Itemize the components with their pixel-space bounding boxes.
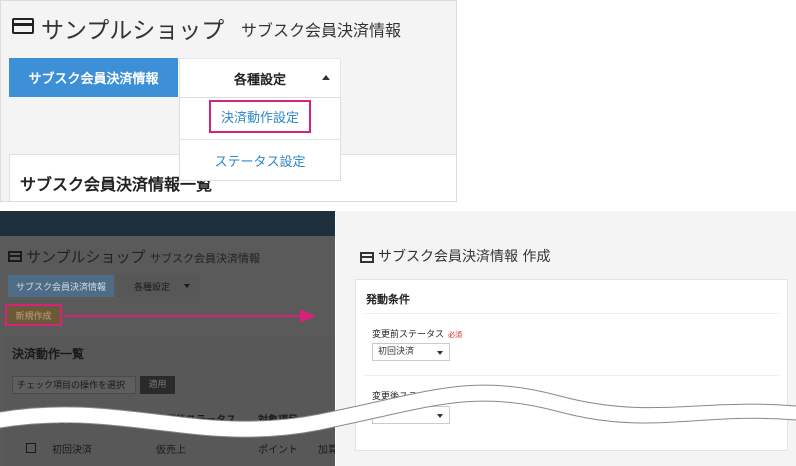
settings-dropdown-menu: 決済動作設定 ステータス設定 xyxy=(179,97,341,181)
credit-card-icon xyxy=(360,252,374,263)
tab-settings-label: 各種設定 xyxy=(134,282,171,293)
tab-settings-dropdown[interactable]: 各種設定 xyxy=(116,275,200,297)
top-nav-band xyxy=(0,211,335,236)
column-header-target: 対象項目 xyxy=(258,415,298,426)
apply-button[interactable]: 適用 xyxy=(140,376,175,394)
chevron-down-icon xyxy=(437,414,443,418)
field-label-text: 変更後ステータス xyxy=(372,392,445,402)
column-header-before-status: 変更前ステータス xyxy=(52,415,132,426)
dropdown-item-payment-action-settings[interactable]: 決済動作設定 xyxy=(180,100,340,133)
divider xyxy=(364,375,779,376)
divider xyxy=(364,313,779,314)
list-title: 決済動作一覧 xyxy=(12,347,85,361)
column-header-action: 動作 xyxy=(318,415,335,426)
shop-title: サンプルショップ xyxy=(41,18,225,44)
tab-settings-label: 各種設定 xyxy=(233,72,286,88)
dropdown-divider xyxy=(180,139,340,140)
highlight-box: 決済動作設定 xyxy=(208,100,311,133)
dropdown-item-status-settings[interactable]: ステータス設定 xyxy=(180,151,340,170)
column-header-after-status: 変更後ステータス xyxy=(156,415,236,426)
tab-settings-dropdown[interactable]: 各種設定 xyxy=(179,58,341,97)
page-subtitle: サブスク会員決済情報 xyxy=(150,252,260,265)
required-badge: 必須 xyxy=(448,331,463,339)
before-status-select[interactable]: 初回決済 xyxy=(372,343,450,361)
row-checkbox[interactable] xyxy=(26,443,36,453)
new-create-button[interactable]: 新規作成 xyxy=(5,304,62,326)
after-status-select[interactable] xyxy=(372,406,450,424)
chevron-down-icon xyxy=(437,351,443,355)
table-cell: 仮売上 xyxy=(156,445,186,456)
field-label-after-status: 変更後ステータス 必須 xyxy=(372,389,462,402)
select-value: 初回決済 xyxy=(378,347,415,357)
shop-title: サンプルショップ xyxy=(26,248,146,266)
top-screenshot-panel: サンプルショップ サブスク会員決済情報 サブスク会員決済情報 各種設定 サブスク… xyxy=(0,0,457,202)
table-cell: ポイント xyxy=(258,445,298,456)
table-cell: 初回決済 xyxy=(52,445,92,456)
select-all-checkbox[interactable] xyxy=(26,413,36,423)
page-title: サブスク会員決済情報 作成 xyxy=(378,249,551,265)
bulk-action-select[interactable]: チェック項目の操作を選択 xyxy=(12,376,136,394)
tab-subscription-payment[interactable]: サブスク会員決済情報 xyxy=(9,58,178,97)
section-title: 発動条件 xyxy=(366,293,410,306)
form-card: 発動条件 変更前ステータス 必須 初回決済 変更後ステータス 必須 xyxy=(355,279,788,451)
tab-subscription-payment[interactable]: サブスク会員決済情報 xyxy=(8,275,114,297)
required-badge: 必須 xyxy=(448,393,463,401)
chevron-down-icon xyxy=(184,284,190,288)
field-label-before-status: 変更前ステータス 必須 xyxy=(372,327,462,340)
bottom-left-screenshot-panel: サンプルショップ サブスク会員決済情報 サブスク会員決済情報 各種設定 新規作成… xyxy=(0,211,335,466)
bottom-right-screenshot-panel: サブスク会員決済情報 作成 発動条件 変更前ステータス 必須 初回決済 変更後ステ… xyxy=(336,211,796,466)
credit-card-icon xyxy=(8,251,22,262)
page-subtitle: サブスク会員決済情報 xyxy=(241,21,402,40)
field-label-text: 変更前ステータス xyxy=(372,330,445,340)
caret-up-icon xyxy=(322,75,330,80)
table-cell: 加算 xyxy=(318,445,335,456)
credit-card-icon xyxy=(12,18,34,34)
